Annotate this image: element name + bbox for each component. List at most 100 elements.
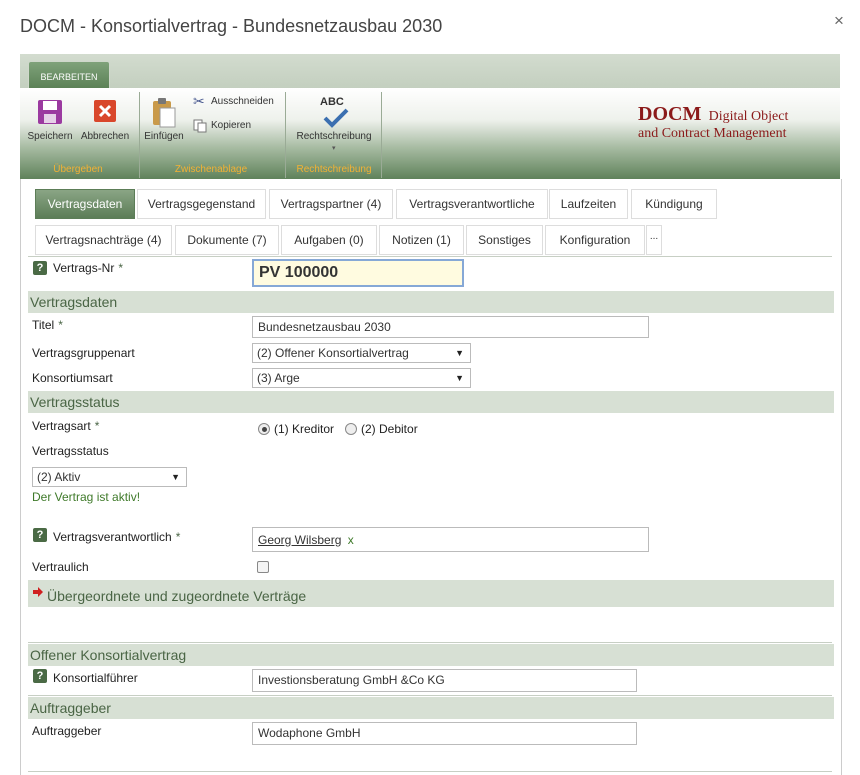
titel-label: Titel * xyxy=(32,318,63,332)
divider xyxy=(28,642,832,643)
tab-konfiguration[interactable]: Konfiguration xyxy=(545,225,645,255)
vertragsgruppenart-value: (2) Offener Konsortialvertrag xyxy=(257,346,409,360)
vertragsstatus-label: Vertragsstatus xyxy=(32,444,109,458)
konsortialfuehrer-field[interactable]: Investionsberatung GmbH &Co KG xyxy=(252,669,637,692)
tab-laufzeiten[interactable]: Laufzeiten xyxy=(549,189,628,219)
vertragsverantwortlich-label-text: Vertragsverantwortlich xyxy=(53,530,172,544)
cancel-icon xyxy=(94,100,116,122)
tab-vertragsverantwortliche[interactable]: Vertragsverantwortliche xyxy=(396,189,548,219)
konsortiumsart-label: Konsortiumsart xyxy=(32,371,113,385)
divider xyxy=(28,256,832,257)
close-icon[interactable]: × xyxy=(834,11,844,31)
tab-vertragspartner[interactable]: Vertragspartner (4) xyxy=(269,189,393,219)
ribbon-tab-bearbeiten[interactable]: BEARBEITEN xyxy=(28,61,110,89)
required-marker: * xyxy=(118,261,124,275)
radio-debitor[interactable] xyxy=(345,423,357,435)
chevron-down-icon: ▾ xyxy=(332,145,336,152)
section-uebergeordnete[interactable]: Übergeordnete und zugeordnete Verträge xyxy=(28,580,834,607)
vertragsverantwortlich-field[interactable]: Georg Wilsberg x xyxy=(252,527,649,552)
vertragsstatus-select[interactable]: (2) Aktiv ▼ xyxy=(32,467,187,487)
save-icon xyxy=(38,100,62,124)
save-label: Speichern xyxy=(27,131,73,142)
cancel-label: Abbrechen xyxy=(80,131,130,142)
vertragsgruppenart-select[interactable]: (2) Offener Konsortialvertrag ▼ xyxy=(252,343,471,363)
titel-field[interactable]: Bundesnetzausbau 2030 xyxy=(252,316,649,338)
spellcheck-label: Rechtschreibung xyxy=(296,131,372,142)
help-icon[interactable]: ? xyxy=(33,528,47,542)
section-vertragsdaten: Vertragsdaten xyxy=(28,291,834,313)
vertragsverantwortlich-label: Vertragsverantwortlich * xyxy=(53,530,180,544)
ribbon-tab-strip xyxy=(20,54,840,88)
konsortiumsart-select[interactable]: (3) Arge ▼ xyxy=(252,368,471,388)
paste-icon xyxy=(153,98,176,128)
konsortialfuehrer-label: Konsortialführer xyxy=(53,671,138,685)
group-label-zwischenablage: Zwischenablage xyxy=(174,164,248,175)
status-message: Der Vertrag ist aktiv! xyxy=(32,490,141,504)
logo-main: DOCM xyxy=(638,103,702,125)
tab-aufgaben[interactable]: Aufgaben (0) xyxy=(281,225,377,255)
vertragsgruppenart-label: Vertragsgruppenart xyxy=(32,346,135,360)
tab-more[interactable]: ... xyxy=(646,225,662,255)
tab-kuendigung[interactable]: Kündigung xyxy=(631,189,717,219)
group-label-rechtschreibung: Rechtschreibung xyxy=(296,164,372,175)
tab-vertragsnachtraege[interactable]: Vertragsnachträge (4) xyxy=(35,225,172,255)
section-vertragsstatus: Vertragsstatus xyxy=(28,391,834,413)
abc-text: ABC xyxy=(320,96,344,108)
tab-vertragsdaten[interactable]: Vertragsdaten xyxy=(35,189,135,219)
vertraulich-checkbox[interactable] xyxy=(257,561,269,573)
copy-button[interactable]: Kopieren xyxy=(193,119,263,135)
radio-kreditor[interactable] xyxy=(258,423,270,435)
section-auftraggeber: Auftraggeber xyxy=(28,697,834,719)
scissors-icon: ✂ xyxy=(193,93,205,109)
cut-label: Ausschneiden xyxy=(211,96,274,107)
auftraggeber-label: Auftraggeber xyxy=(32,724,102,738)
auftraggeber-field[interactable]: Wodaphone GmbH xyxy=(252,722,637,745)
checkmark-icon xyxy=(323,108,349,128)
vertrags-nr-field[interactable]: PV 100000 xyxy=(252,259,464,287)
person-token[interactable]: Georg Wilsberg xyxy=(258,533,341,547)
group-divider xyxy=(139,92,140,178)
group-label-uebergeben: Übergeben xyxy=(53,164,103,175)
arrow-right-icon xyxy=(33,587,43,597)
radio-selected-dot xyxy=(261,426,267,432)
docm-logo: DOCM Digital Object and Contract Managem… xyxy=(638,103,838,142)
required-marker: * xyxy=(175,530,181,544)
vertragsstatus-value: (2) Aktiv xyxy=(37,470,81,484)
vertragsart-label: Vertragsart * xyxy=(32,419,99,433)
copy-icon xyxy=(193,119,207,133)
vertrags-nr-label: Vertrags-Nr * xyxy=(53,261,123,275)
vertragsart-label-text: Vertragsart xyxy=(32,419,91,433)
tab-sonstiges[interactable]: Sonstiges xyxy=(466,225,543,255)
cut-button[interactable]: ✂ Ausschneiden xyxy=(193,93,279,111)
remove-person-icon[interactable]: x xyxy=(348,533,354,547)
vertraulich-label: Vertraulich xyxy=(32,560,89,574)
logo-line2: and Contract Management xyxy=(638,126,787,141)
paste-button[interactable]: Einfügen xyxy=(142,96,186,146)
divider xyxy=(28,695,832,696)
dropdown-arrow-icon: ▼ xyxy=(455,373,464,383)
radio-debitor-label: (2) Debitor xyxy=(361,422,418,436)
divider xyxy=(28,771,832,772)
section-offener-konsortialvertrag: Offener Konsortialvertrag xyxy=(28,644,834,666)
help-icon[interactable]: ? xyxy=(33,261,47,275)
tab-notizen[interactable]: Notizen (1) xyxy=(379,225,464,255)
cancel-button[interactable]: Abbrechen xyxy=(78,96,132,146)
group-divider xyxy=(381,92,382,178)
tab-vertragsgegenstand[interactable]: Vertragsgegenstand xyxy=(137,189,266,219)
radio-kreditor-label: (1) Kreditor xyxy=(274,422,335,436)
required-marker: * xyxy=(94,419,100,433)
required-marker: * xyxy=(58,318,63,332)
konsortiumsart-value: (3) Arge xyxy=(257,371,300,385)
dropdown-arrow-icon: ▼ xyxy=(455,348,464,358)
save-button[interactable]: Speichern xyxy=(24,96,76,146)
tab-dokumente[interactable]: Dokumente (7) xyxy=(175,225,279,255)
help-icon[interactable]: ? xyxy=(33,669,47,683)
vertrags-nr-label-text: Vertrags-Nr xyxy=(53,261,115,275)
paste-label: Einfügen xyxy=(144,131,184,142)
copy-label: Kopieren xyxy=(211,120,252,131)
window-title: DOCM - Konsortialvertrag - Bundesnetzaus… xyxy=(20,16,443,36)
spellcheck-button[interactable]: ABC Rechtschreibung ▾ xyxy=(290,96,378,156)
titel-label-text: Titel xyxy=(32,318,55,332)
dropdown-arrow-icon: ▼ xyxy=(171,472,180,482)
logo-line1: Digital Object xyxy=(708,109,789,124)
